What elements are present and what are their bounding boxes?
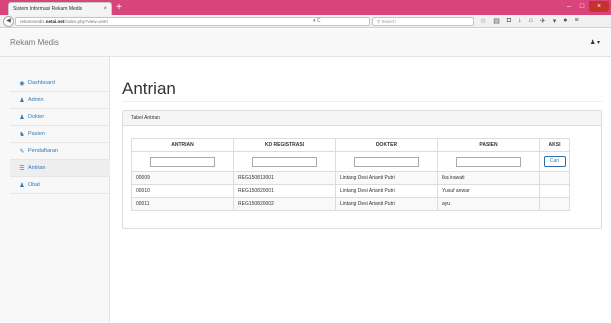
- header-pasien: PASIEN: [437, 138, 540, 152]
- cell-kd-registrasi: REG150820001: [233, 184, 336, 198]
- sidebar-item-admin[interactable]: ♟ Admin: [10, 92, 110, 109]
- table-header-row: ANTRIAN KD REGISTRASI DOKTER PASIEN AKSI: [131, 138, 570, 152]
- users-icon: ♞: [19, 131, 25, 138]
- header-dokter: DOKTER: [335, 138, 438, 152]
- search-input[interactable]: ⚲ Search: [372, 17, 474, 26]
- new-tab-icon[interactable]: +: [114, 3, 124, 13]
- sidebar-item-label: Admin: [28, 97, 44, 103]
- header-antrian: ANTRIAN: [131, 138, 234, 152]
- sidebar-item-label: Pendaftaran: [28, 148, 58, 154]
- cell-dokter: Lintang Desi Arianti Putri: [335, 184, 438, 198]
- sidebar-item-antrian[interactable]: ☰ Antrian: [10, 160, 110, 177]
- cell-pasien: ayu: [437, 197, 540, 211]
- browser-tab[interactable]: Sistem Informasi Rekam Medis ×: [8, 2, 112, 15]
- home-icon[interactable]: ⌂: [529, 17, 533, 25]
- main-content: Antrian Tabel Antrian ANTRIAN KD REGISTR…: [111, 57, 611, 323]
- cell-pasien: Ika irawati: [437, 171, 540, 185]
- header-aksi: AKSI: [539, 138, 570, 152]
- menu-icon[interactable]: ≡: [575, 17, 579, 25]
- cell-aksi: [539, 197, 570, 211]
- close-window-icon[interactable]: ×: [589, 1, 609, 12]
- cell-antrian: 00010: [131, 184, 234, 198]
- extension-icon[interactable]: ●: [563, 17, 567, 25]
- url-prefix: rekammedis.: [20, 19, 46, 24]
- cell-dokter: Lintang Desi Arianti Putri: [335, 171, 438, 185]
- medicine-icon: ♟: [19, 182, 25, 189]
- table-row: 00011 REG150820002 Lintang Desi Arianti …: [131, 197, 570, 211]
- title-divider: [122, 101, 602, 102]
- sidebar-item-obat[interactable]: ♟ Obat: [10, 177, 110, 194]
- user-icon: ♟: [590, 40, 596, 46]
- maximize-icon[interactable]: □: [576, 1, 588, 12]
- sidebar-item-label: Antrian: [28, 165, 46, 171]
- dashboard-icon: ◉: [19, 80, 25, 87]
- edit-icon: ✎: [19, 148, 25, 155]
- reading-list-icon[interactable]: ▤: [493, 17, 500, 25]
- sidebar-nav: ◉ Dashboard ♟ Admin ♟ Dokter ♞ Pasien ✎ Penda…: [10, 75, 110, 194]
- sidebar-item-label: Obat: [28, 182, 40, 188]
- doctor-icon: ♟: [19, 114, 25, 121]
- tab-title: Sistem Informasi Rekam Medis: [13, 6, 83, 12]
- share-icon[interactable]: ✈: [540, 17, 546, 25]
- sidebar-item-label: Pasien: [28, 131, 45, 137]
- queue-panel: Tabel Antrian ANTRIAN KD REGISTRASI DOKT…: [122, 110, 602, 229]
- app-brand[interactable]: Rekam Medis: [10, 38, 59, 47]
- user-icon: ♟: [19, 97, 25, 104]
- back-icon[interactable]: ◀: [3, 16, 14, 27]
- user-menu[interactable]: ♟ ▾: [590, 39, 600, 46]
- sidebar-item-pendaftaran[interactable]: ✎ Pendaftaran: [10, 143, 110, 160]
- tab-close-icon[interactable]: ×: [103, 6, 107, 12]
- search-button[interactable]: Cari: [543, 156, 566, 167]
- url-path: /index.php?view=antri: [64, 19, 108, 24]
- app-header: Rekam Medis ♟ ▾: [0, 29, 611, 57]
- cell-aksi: [539, 171, 570, 185]
- cell-pasien: Yusuf anwar: [437, 184, 540, 198]
- download-icon[interactable]: ↓: [518, 17, 522, 25]
- table-row: 00010 REG150820001 Lintang Desi Arianti …: [131, 184, 570, 198]
- header-kd-registrasi: KD REGISTRASI: [233, 138, 336, 152]
- reload-icon[interactable]: ▾ C: [313, 18, 321, 24]
- page-title: Antrian: [122, 79, 176, 98]
- cell-antrian: 00009: [131, 171, 234, 185]
- cell-antrian: 00011: [131, 197, 234, 211]
- browser-nav-bar: ◀ rekammedis.netai.net/index.php?view=an…: [0, 15, 611, 28]
- cell-kd-registrasi: REG150813001: [233, 171, 336, 185]
- sidebar-item-label: Dashboard: [28, 80, 55, 86]
- sidebar-item-pasien[interactable]: ♞ Pasien: [10, 126, 110, 143]
- filter-row: Cari: [131, 151, 570, 172]
- sidebar-item-dashboard[interactable]: ◉ Dashboard: [10, 75, 110, 92]
- list-icon: ☰: [19, 165, 25, 172]
- search-placeholder: Search: [381, 19, 396, 24]
- sidebar: ◉ Dashboard ♟ Admin ♟ Dokter ♞ Pasien ✎ Penda…: [0, 57, 110, 323]
- chevron-down-icon[interactable]: ▾: [553, 17, 557, 25]
- url-domain: netai.net: [45, 19, 65, 24]
- cell-kd-registrasi: REG150820002: [233, 197, 336, 211]
- bookmark-star-icon[interactable]: ☆: [480, 17, 486, 25]
- filter-antrian-input[interactable]: [150, 156, 215, 167]
- browser-tab-bar: Sistem Informasi Rekam Medis × + – □ ×: [0, 0, 611, 15]
- queue-table: ANTRIAN KD REGISTRASI DOKTER PASIEN AKSI…: [131, 138, 570, 211]
- pocket-icon[interactable]: ◘: [507, 17, 511, 25]
- cell-dokter: Lintang Desi Arianti Putri: [335, 197, 438, 211]
- minimize-icon[interactable]: –: [563, 1, 575, 12]
- filter-dokter-input[interactable]: [354, 156, 419, 167]
- filter-pasien-input[interactable]: [456, 156, 521, 167]
- cell-aksi: [539, 184, 570, 198]
- panel-title: Tabel Antrian: [123, 111, 601, 126]
- sidebar-item-label: Dokter: [28, 114, 45, 120]
- sidebar-item-dokter[interactable]: ♟ Dokter: [10, 109, 110, 126]
- filter-kd-registrasi-input[interactable]: [252, 156, 317, 167]
- table-row: 00009 REG150813001 Lintang Desi Arianti …: [131, 171, 570, 185]
